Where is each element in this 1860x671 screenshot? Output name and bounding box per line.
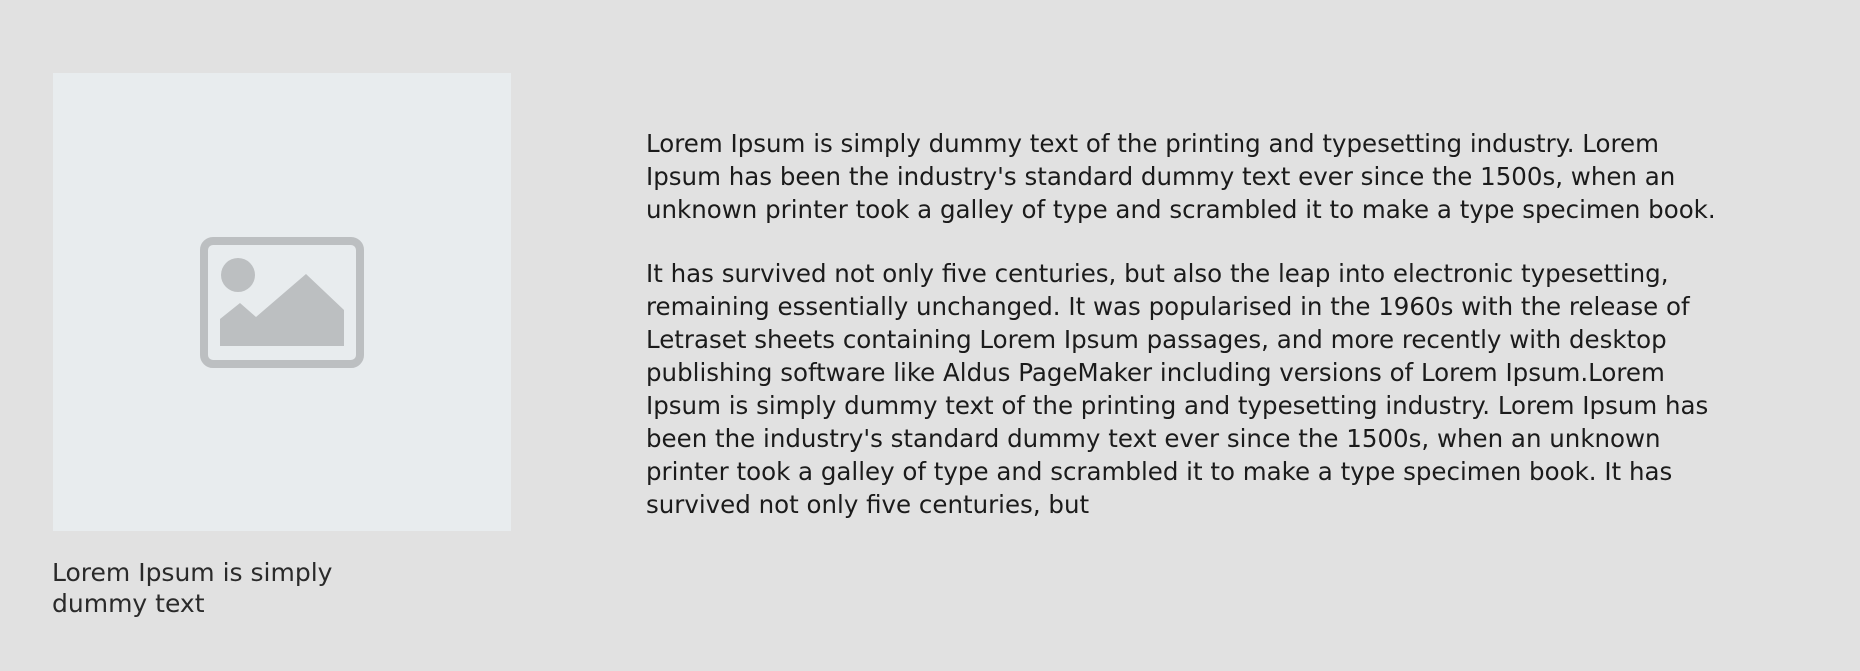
image-placeholder-icon	[200, 236, 364, 368]
paragraph-2: It has survived not only five centuries,…	[646, 259, 1709, 519]
image-placeholder	[53, 73, 511, 531]
article-body: Lorem Ipsum is simply dummy text of the …	[646, 127, 1731, 552]
image-caption: Lorem Ipsum is simply dummy text	[52, 558, 333, 618]
paragraph-1: Lorem Ipsum is simply dummy text of the …	[646, 129, 1716, 224]
